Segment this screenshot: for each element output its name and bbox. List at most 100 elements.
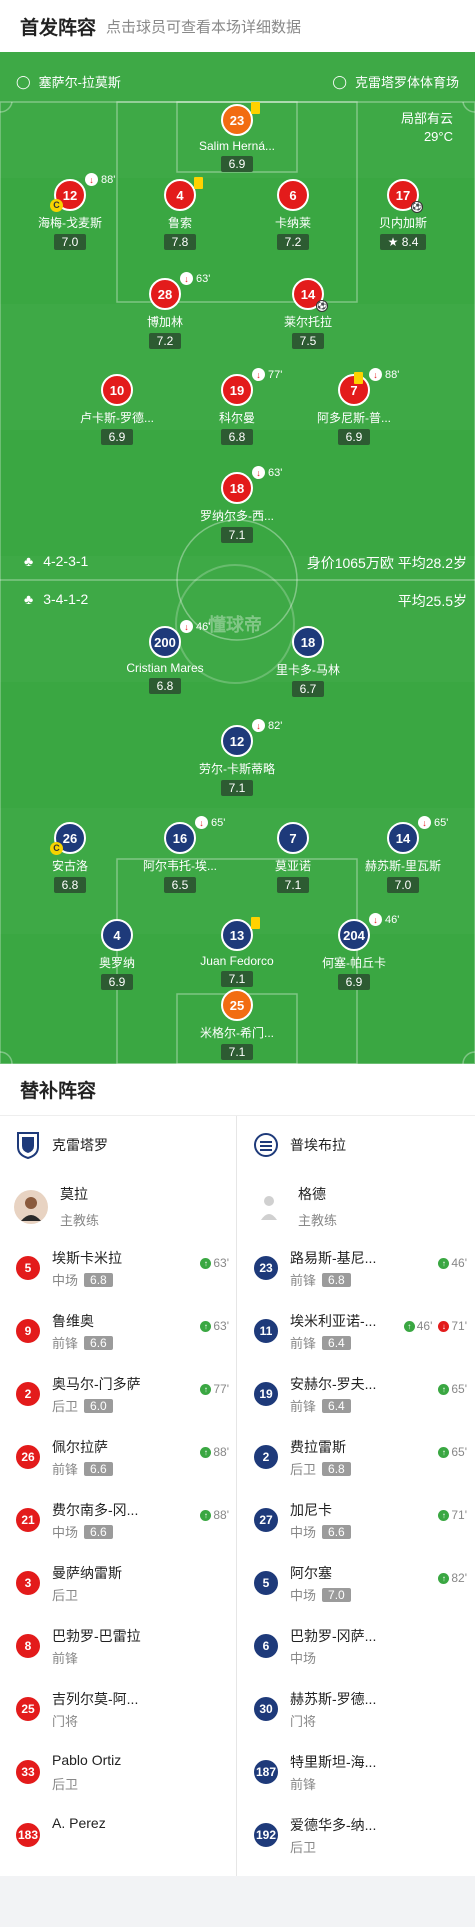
sub-player-position-row: 门将 — [52, 1711, 78, 1730]
sub-off-marker: ↓ 88' — [369, 368, 399, 381]
sub-player-name: A. Perez — [52, 1815, 106, 1831]
player-number: 13 — [221, 917, 260, 951]
away-player[interactable]: 14 ↓ 65' 赫苏斯-里瓦斯 7.0 — [338, 816, 468, 894]
sub-player-rating: 6.8 — [322, 1461, 351, 1476]
sub-player-number: 183 — [14, 1821, 42, 1849]
sub-player[interactable]: 23 路易斯-基尼... 前锋 6.8 ↑ 46' — [252, 1248, 467, 1288]
sub-player-rating: 6.6 — [84, 1335, 113, 1350]
sub-player[interactable]: 2 费拉雷斯 后卫 6.8 ↑ 65' — [252, 1437, 467, 1477]
player-rating: 7.0 — [386, 877, 420, 893]
sub-player[interactable]: 187 特里斯坦-海... 前锋 — [252, 1752, 467, 1792]
sub-off-icon: ↓ — [85, 173, 98, 186]
sub-off-marker: ↓ 82' — [252, 719, 282, 732]
sub-player[interactable]: 6 巴勃罗-冈萨... 中场 — [252, 1626, 467, 1666]
yellow-card-icon — [194, 177, 203, 189]
player-number: 18 — [221, 472, 253, 504]
sub-player[interactable]: 25 吉列尔莫-阿... 门将 — [14, 1689, 229, 1729]
sub-player[interactable]: 19 安赫尔-罗夫... 前锋 6.4 ↑ 65' — [252, 1374, 467, 1414]
sub-player-position: 中场 — [290, 1588, 317, 1603]
sub-player-number: 23 — [252, 1254, 280, 1282]
whistle-icon: ◯ — [16, 73, 31, 89]
sub-player-name: 特里斯坦-海... — [290, 1754, 377, 1770]
captain-icon: C — [50, 842, 63, 855]
sub-off-icon: ↓ — [369, 913, 382, 926]
player-name: 阿多尼斯-普... — [317, 411, 391, 425]
home-player[interactable]: 7 ↓ 88' 阿多尼斯-普... 6.9 — [289, 368, 419, 446]
home-player[interactable]: 17 ⚽ 贝内加斯 ★ 8.4 — [338, 179, 468, 251]
away-player[interactable]: 25 米格尔-希门... 7.1 — [172, 989, 302, 1061]
subs-right-column: 普埃布拉 格德 主教练 23 路易斯-基尼... 前锋 6.8 ↑ 46' 11 埃米利亚诺-… — [238, 1116, 475, 1876]
sub-player-rating: 6.6 — [84, 1461, 113, 1476]
sub-player[interactable]: 26 佩尔拉萨 前锋 6.6 ↑ 88' — [14, 1437, 229, 1477]
sub-player-position-row: 前锋 6.6 — [52, 1459, 113, 1478]
sub-player-name: 奥马尔-门多萨 — [52, 1376, 141, 1392]
home-player[interactable]: 14 ⚽ 莱尔托拉 7.5 — [243, 278, 373, 350]
sub-player-position-row: 后卫 — [52, 1585, 78, 1604]
sub-player-position: 门将 — [290, 1714, 317, 1729]
home-player[interactable]: 4 鲁索 7.8 — [115, 177, 245, 251]
sub-player[interactable]: 33 Pablo Ortiz 后卫 — [14, 1752, 229, 1792]
sub-player-position-row: 后卫 6.0 — [52, 1396, 113, 1415]
sub-player[interactable]: 5 阿尔塞 中场 7.0 ↑ 82' — [252, 1563, 467, 1603]
puebla-logo-icon — [252, 1130, 280, 1160]
home-player[interactable]: 19 ↓ 77' 科尔曼 6.8 — [172, 368, 302, 446]
sub-player[interactable]: 3 曼萨纳雷斯 后卫 — [14, 1563, 229, 1603]
player-name: 罗纳尔多-西... — [200, 509, 274, 523]
yellow-card-icon — [251, 102, 260, 114]
sub-player-number: 26 — [14, 1443, 42, 1471]
team-row[interactable]: 普埃布拉 — [252, 1130, 346, 1160]
away-player[interactable]: 13 Juan Fedorco 7.1 — [172, 917, 302, 988]
player-name: 贝内加斯 — [378, 216, 427, 230]
referee-name: 塞萨尔-拉莫斯 — [38, 75, 121, 90]
sub-player-rating: 6.6 — [84, 1524, 113, 1539]
sub-player[interactable]: 183 A. Perez — [14, 1815, 229, 1855]
yellow-card-icon — [251, 917, 260, 929]
player-number: 14 — [387, 822, 419, 854]
home-stats: 身价1065万欧 平均28.2岁 — [306, 555, 467, 571]
sub-player-name: 费拉雷斯 — [290, 1439, 346, 1455]
coach-row[interactable]: 格德 主教练 — [252, 1184, 337, 1229]
sub-player[interactable]: 192 爱德华多-纳... 后卫 — [252, 1815, 467, 1855]
home-player[interactable]: 28 ↓ 63' 博加林 7.2 — [100, 272, 230, 350]
player-name: 奥罗纳 — [98, 956, 135, 970]
sub-on-icon: ↑ — [438, 1509, 450, 1521]
sub-player-position-row: 前锋 6.8 — [290, 1270, 351, 1289]
sub-player[interactable]: 30 赫苏斯-罗德... 门将 — [252, 1689, 467, 1729]
sub-player[interactable]: 2 奥马尔-门多萨 后卫 6.0 ↑ 77' — [14, 1374, 229, 1414]
subs-left-column: 克雷塔罗 莫拉 主教练 5 埃斯卡米拉 中场 6.8 ↑ 63' 9 鲁维奥 前锋 6.6 ↑ 63'… — [0, 1116, 237, 1876]
home-player[interactable]: 23 Salim Herná... 6.9 — [172, 102, 302, 173]
sub-player[interactable]: 11 埃米利亚诺-... 前锋 6.4 ↑ 46' ↓ 71' — [252, 1311, 467, 1351]
sub-minute: ↑ 71' — [438, 1508, 467, 1522]
away-player[interactable]: 12 ↓ 82' 劳尔-卡斯蒂略 7.1 — [172, 719, 302, 797]
sub-player[interactable]: 8 巴勃罗-巴雷拉 前锋 — [14, 1626, 229, 1666]
away-player[interactable]: 16 ↓ 65' 阿尔韦托-埃... 6.5 — [115, 816, 245, 894]
away-player[interactable]: 200 ↓ 46' Cristian Mares 6.8 — [100, 620, 230, 695]
away-player[interactable]: 4 奥罗纳 6.9 — [52, 919, 182, 991]
sub-off-marker: ↓ 63' — [252, 466, 282, 479]
coach-role: 主教练 — [60, 1213, 100, 1228]
sub-off-icon: ↓ — [418, 816, 431, 829]
sub-player[interactable]: 9 鲁维奥 前锋 6.6 ↑ 63' — [14, 1311, 229, 1351]
sub-player[interactable]: 5 埃斯卡米拉 中场 6.8 ↑ 63' — [14, 1248, 229, 1288]
sub-player-number: 19 — [252, 1380, 280, 1408]
sub-player-name: 鲁维奥 — [52, 1313, 94, 1329]
away-player[interactable]: 18 里卡多-马林 6.7 — [243, 626, 373, 698]
sub-player-position: 中场 — [290, 1651, 317, 1666]
sub-off-icon: ↓ — [438, 1320, 450, 1332]
sub-player-position: 门将 — [52, 1714, 79, 1729]
team-row[interactable]: 克雷塔罗 — [14, 1130, 108, 1160]
player-name: 鲁索 — [167, 216, 192, 230]
sub-player-position: 前锋 — [290, 1777, 317, 1792]
sub-player[interactable]: 21 费尔南多-冈... 中场 6.6 ↑ 88' — [14, 1500, 229, 1540]
sub-minute: ↑ 77' — [200, 1382, 229, 1396]
player-rating: 7.1 — [220, 527, 254, 543]
weather: 局部有云 29°C — [401, 110, 453, 146]
home-player[interactable]: 18 ↓ 63' 罗纳尔多-西... 7.1 — [172, 466, 302, 544]
sub-minute: ↑ 63' — [200, 1256, 229, 1270]
sub-player[interactable]: 27 加尼卡 中场 6.6 ↑ 71' — [252, 1500, 467, 1540]
away-player[interactable]: 204 ↓ 46' 何塞-帕丘卡 6.9 — [289, 913, 419, 991]
home-player[interactable]: 10 卢卡斯-罗德... 6.9 — [52, 374, 182, 446]
goal-ball-icon: ⚽ — [411, 201, 423, 213]
sub-player-position: 前锋 — [52, 1336, 79, 1351]
coach-row[interactable]: 莫拉 主教练 — [14, 1184, 99, 1229]
